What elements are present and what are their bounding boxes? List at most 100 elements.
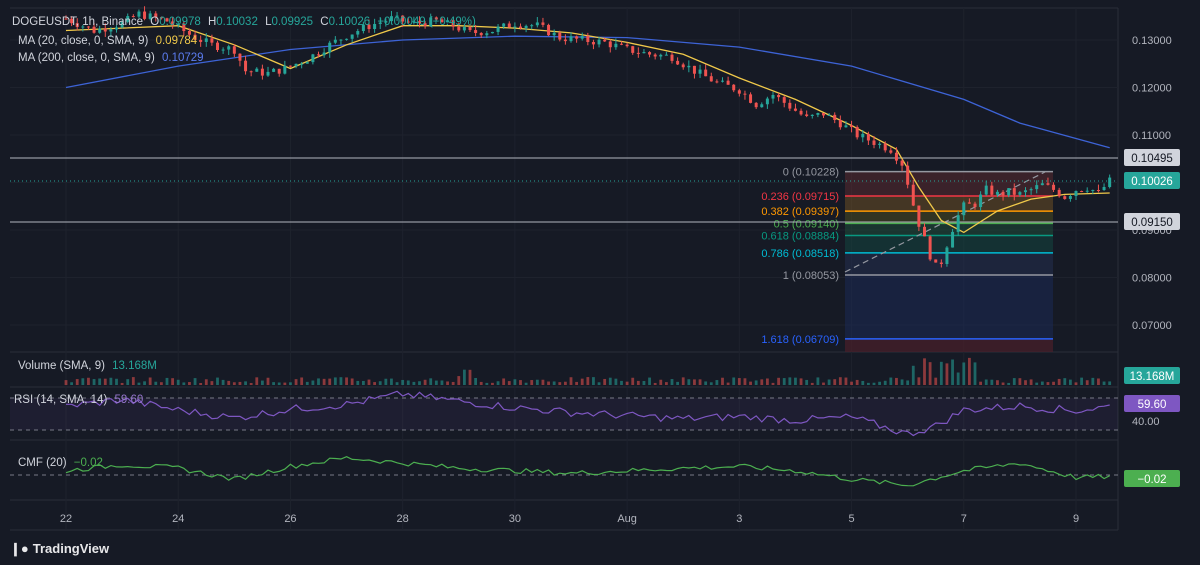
trading-chart[interactable]: 0 (0.10228) 0.236 (0.09715) 0.382 (0.09397… [0,0,1200,565]
volume-bar [204,379,208,385]
volume-bar [597,382,601,385]
volume-bar [390,378,393,385]
candle-body [1035,185,1039,190]
fib-level-label: 1 (0.08053) [783,270,839,282]
volume-bar [698,379,702,385]
candle-body [681,64,685,68]
candle-body [1001,191,1005,196]
candle-body [737,90,741,94]
candle-body [838,119,842,128]
candle-body [591,41,595,45]
volume-bar [70,382,74,385]
candle-body [322,52,326,56]
volume-bar [199,382,203,385]
candle-body [249,71,253,73]
candle-body [614,43,618,48]
volume-bar [457,376,461,385]
fib-level-label: 0.5 (0.09140) [774,218,839,230]
support-price-tag: 0.09150 [1131,217,1173,229]
volume-bar [378,381,382,385]
volume-bar [272,382,276,385]
volume-bar [726,382,730,385]
volume-bar [547,381,550,385]
volume-bar [333,377,337,385]
candle-body [103,28,107,32]
volume-bar [990,379,994,385]
price-axis-label: 0.07000 [1132,320,1172,332]
volume-bar [311,380,315,385]
volume-bar [861,380,865,385]
candle-body [496,26,500,32]
rsi-legend[interactable]: RSI (14, SMA, 14) 59.60 [14,394,147,406]
candle-body [328,42,332,53]
volume-bar [838,377,842,385]
candle-body [631,46,635,53]
volume-legend[interactable]: Volume (SMA, 9) 13.168M [18,360,161,372]
volume-bar [917,377,921,385]
volume-bar [945,363,949,385]
tradingview-logo[interactable]: ❙● TradingView [10,541,109,557]
candle-body [1040,183,1044,186]
candle-body [563,39,567,42]
volume-bar [188,382,191,385]
volume-bar [1007,382,1011,385]
volume-bar [283,382,287,385]
candle-body [676,60,680,65]
candle-body [98,28,102,33]
candle-body [900,160,904,166]
candle-body [625,44,629,47]
volume-bar [687,379,691,385]
volume-bar [345,377,348,385]
candle-body [939,262,943,265]
volume-bar [967,357,971,385]
volume-bar [322,378,326,385]
volume-bar [356,380,360,385]
volume-bar [552,381,556,385]
candle-body [474,30,478,33]
volume-bar [1012,378,1016,385]
candle-body [1018,192,1022,195]
volume-tag: 13.168M [1130,371,1175,383]
volume-bar [384,378,388,385]
volume-bar [743,378,747,385]
current-price-tag: 0.10026 [1131,176,1173,188]
volume-bar [412,381,416,385]
candle-body [692,65,696,74]
cmf-legend[interactable]: CMF (20) −0.02 [18,457,107,469]
candle-body [244,60,248,72]
time-axis-label: 30 [509,513,521,525]
symbol-legend[interactable]: DOGEUSDT, 1h, Binance O0.09978 H0.10032 … [12,16,480,28]
volume-bar [294,379,298,385]
volume-value: 13.168M [112,360,157,372]
volume-bar [923,358,926,385]
candle-body [923,226,926,237]
volume-bar [193,378,197,385]
volume-bar [1080,377,1084,385]
fib-level-label: 0 (0.10228) [783,167,839,179]
volume-bar [462,369,466,385]
candle-body [1029,189,1033,191]
volume-bar [131,377,135,385]
volume-bar [575,381,579,385]
time-axis-label: 22 [60,513,72,525]
volume-bar [496,381,500,385]
volume-bar [1001,382,1005,385]
volume-bar [227,380,231,385]
fib-zone [845,235,1053,253]
candle-body [962,202,966,216]
candle-body [715,81,719,83]
volume-bar [636,380,640,385]
candle-body [833,114,837,120]
volume-bar [115,378,118,385]
candle-body [866,133,870,141]
volume-bar [715,380,719,385]
ma20-legend[interactable]: MA (20, close, 0, SMA, 9) 0.09784 [18,35,201,47]
candle-body [984,185,988,195]
volume-bar [126,379,130,385]
candle-body [255,68,259,72]
ma200-legend[interactable]: MA (200, close, 0, SMA, 9) 0.10729 [18,52,208,64]
candle-body [345,38,349,40]
volume-bar [681,377,685,385]
candle-body [872,140,876,145]
candle-body [300,63,304,65]
